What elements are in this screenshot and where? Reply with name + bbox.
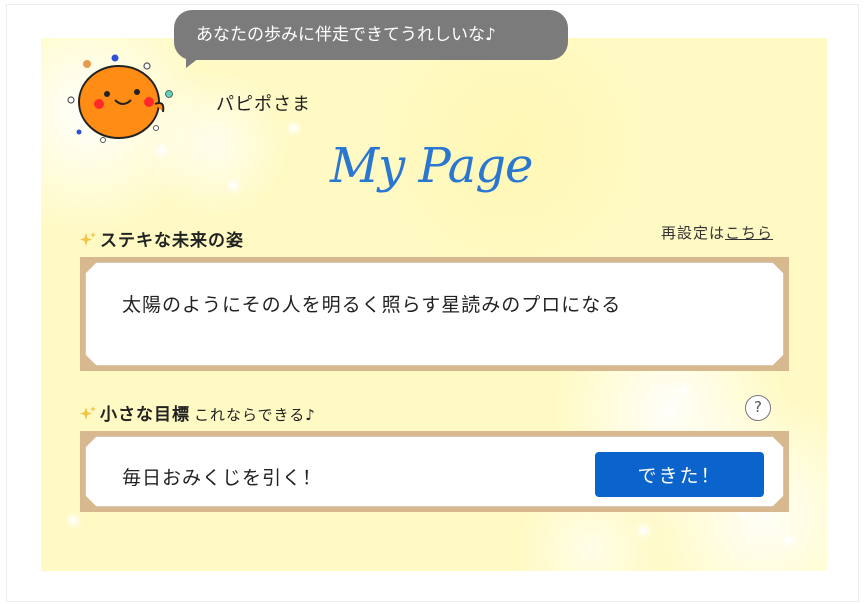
goal-sublabel: これならできる♪ xyxy=(194,406,316,424)
goal-text: 毎日おみくじを引く！ xyxy=(122,467,323,489)
speech-bubble: あなたの歩みに伴走できてうれしいな♪ xyxy=(174,10,568,60)
done-button[interactable]: できた！ xyxy=(595,452,764,497)
sparkle-decoration xyxy=(641,528,646,533)
future-card: 太陽のようにその人を明るく照らす星読みのプロになる xyxy=(80,257,789,371)
sparkle-decoration xyxy=(291,126,296,131)
goal-section-heading: 小さな目標 これならできる♪ xyxy=(80,400,316,425)
sparkle-decoration xyxy=(159,148,164,153)
future-text: 太陽のようにその人を明るく照らす星読みのプロになる xyxy=(122,294,622,316)
sparkle-decoration xyxy=(786,538,791,543)
future-label: ステキな未来の姿 xyxy=(100,231,244,251)
sparkle-icon xyxy=(80,406,96,420)
sparkle-decoration xyxy=(71,518,76,523)
user-name: パピポさま xyxy=(216,94,311,115)
page-title: My Page xyxy=(330,138,533,194)
help-button[interactable]: ? xyxy=(745,395,771,421)
reset-link[interactable]: こちら xyxy=(725,224,773,242)
future-section-heading: ステキな未来の姿 xyxy=(80,226,244,251)
reset-prefix: 再設定は xyxy=(660,224,725,242)
mascot-character xyxy=(67,54,173,143)
reset-link-row: 再設定はこちら xyxy=(661,222,773,243)
sparkle-icon xyxy=(80,232,96,246)
sparkle-decoration xyxy=(231,183,236,188)
goal-label: 小さな目標 xyxy=(100,405,190,425)
future-card-inner: 太陽のようにその人を明るく照らす星読みのプロになる xyxy=(85,262,784,366)
sparkle-decoration xyxy=(681,388,686,393)
